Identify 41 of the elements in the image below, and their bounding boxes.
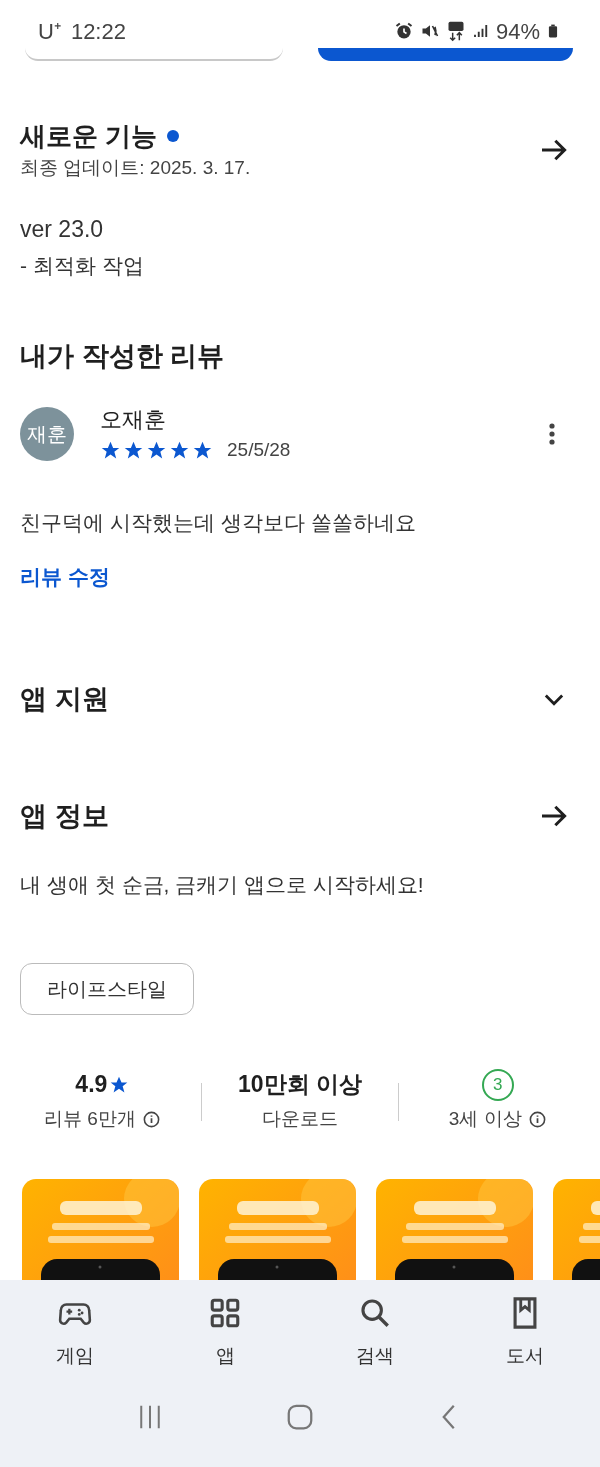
- star-icon: [100, 439, 121, 461]
- nav-tab[interactable]: 검색: [300, 1296, 450, 1368]
- stat-label: 3세 이상: [448, 1107, 522, 1132]
- battery-percent: 94%: [495, 17, 540, 46]
- reviewer-name: 오재훈: [100, 406, 167, 434]
- version-text: ver 23.0: [20, 215, 105, 244]
- release-notes: - 최적화 작업: [20, 253, 145, 279]
- section-title: 앱 정보: [20, 799, 109, 833]
- edit-review-link[interactable]: 리뷰 수정: [20, 560, 110, 593]
- search-icon: [358, 1296, 392, 1330]
- app-description: 내 생애 첫 순금, 금캐기 앱으로 시작하세요!: [20, 871, 425, 898]
- network-5g-icon: [445, 20, 466, 42]
- age-rating-badge: 3: [481, 1068, 514, 1101]
- download-count: 10만회 이상: [238, 1070, 362, 1100]
- stat-label: 다운로드: [262, 1107, 338, 1132]
- avatar: 재훈: [20, 407, 74, 462]
- star-icon: [146, 439, 167, 461]
- grid-icon: [208, 1296, 242, 1330]
- section-title: 새로운 기능: [20, 120, 158, 153]
- rating-value: 4.9: [75, 1070, 108, 1100]
- star-icon: [123, 439, 144, 461]
- nav-tab[interactable]: 앱: [150, 1296, 300, 1368]
- section-title: 앱 지원: [20, 682, 109, 716]
- review-text: 친구덕에 시작했는데 생각보다 쏠쏠하네요: [20, 509, 417, 536]
- update-date: 최종 업데이트: 2025. 3. 17.: [20, 156, 251, 180]
- star-icon: [169, 439, 190, 461]
- carrier: U⁺: [38, 17, 61, 46]
- alarm-icon: [393, 21, 414, 41]
- nav-tab[interactable]: 도서: [450, 1296, 600, 1368]
- stat-label: 리뷰 6만개: [43, 1107, 136, 1132]
- clock: 12:22: [70, 17, 126, 46]
- review-date: 25/5/28: [227, 438, 291, 462]
- star-icon: [192, 439, 213, 461]
- info-icon[interactable]: [141, 1110, 161, 1129]
- home-icon[interactable]: [285, 1402, 315, 1432]
- signal-icon: [471, 22, 490, 40]
- category-chip[interactable]: 라이프스타일: [20, 962, 194, 1015]
- nav-tab[interactable]: 게임: [0, 1296, 150, 1368]
- section-title: 내가 작성한 리뷰: [20, 340, 225, 373]
- info-icon[interactable]: [527, 1110, 547, 1129]
- cut-off-button[interactable]: [318, 48, 573, 61]
